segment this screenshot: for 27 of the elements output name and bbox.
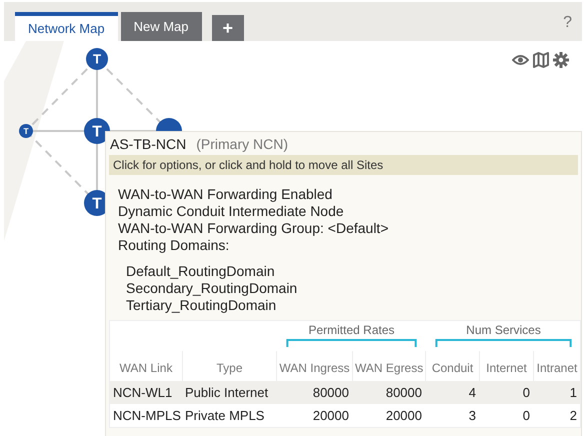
table-cell-text: 20000 xyxy=(312,408,350,423)
table-cell-text: Private MPLS xyxy=(184,408,266,423)
routing-domain: Secondary_RoutingDomain xyxy=(126,280,298,297)
table-cell-text: 80000 xyxy=(384,385,423,400)
table-cell-text: 4 xyxy=(468,385,477,400)
table-cell-text: 0 xyxy=(522,408,531,423)
site-role: (Primary NCN) xyxy=(196,136,288,152)
site-name: AS-TB-NCN xyxy=(110,136,186,152)
hint-text: Click for options, or click and hold to move all Sites xyxy=(109,155,578,175)
table-cell-text: 3 xyxy=(468,408,477,423)
table-cell-text: 1 xyxy=(568,385,578,400)
detail-line: Dynamic Conduit Intermediate Node xyxy=(118,203,345,220)
table-cell-text: 20000 xyxy=(384,408,423,423)
column-header: WAN Link xyxy=(118,360,174,377)
table-cell-text: NCN-WL1 xyxy=(112,385,174,400)
table-cell-text: NCN-MPLS xyxy=(112,408,182,423)
table-cell-text: Public Internet xyxy=(184,385,270,400)
routing-domain: Tertiary_RoutingDomain xyxy=(126,297,278,314)
detail-line: Routing Domains: xyxy=(118,237,230,254)
group-header: Num Services xyxy=(466,323,541,337)
table-cell-text: 0 xyxy=(522,385,531,400)
table-cell-text: 80000 xyxy=(312,385,350,400)
group-header: Permitted Rates xyxy=(308,323,395,337)
routing-domain: Default_RoutingDomain xyxy=(126,263,276,280)
table-cell-text: 2 xyxy=(568,408,578,423)
detail-line: WAN-to-WAN Forwarding Group: <Default> xyxy=(118,220,390,237)
detail-line: WAN-to-WAN Forwarding Enabled xyxy=(118,186,334,203)
